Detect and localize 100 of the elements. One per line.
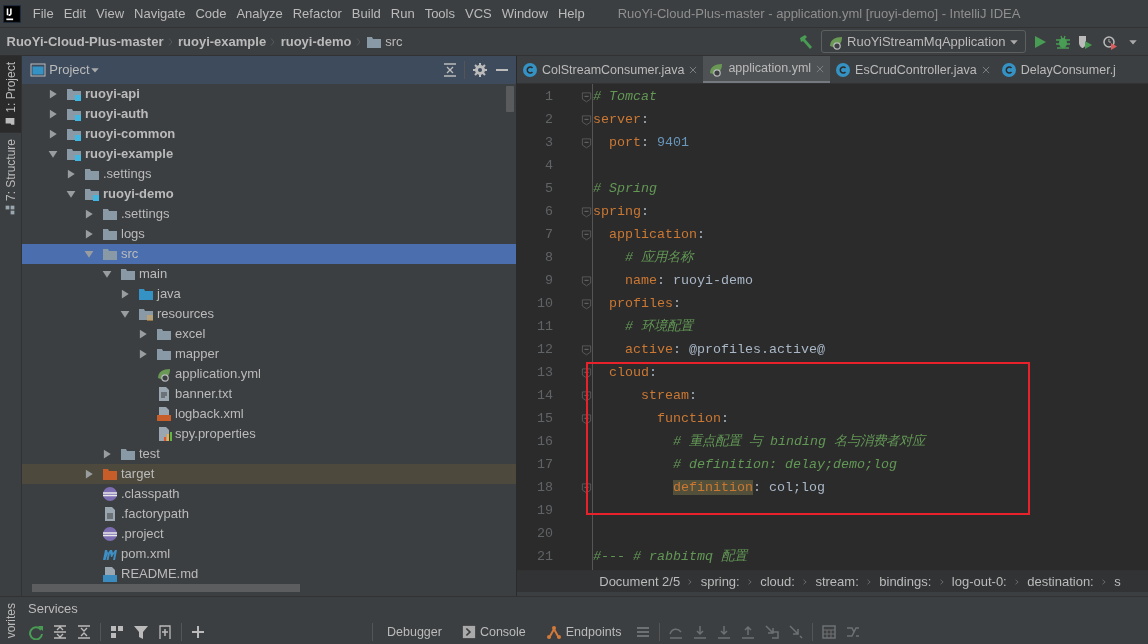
collapse-arrow-icon[interactable]: [120, 289, 130, 299]
list-icon[interactable]: [635, 624, 652, 640]
breadcrumb-item[interactable]: src: [385, 31, 403, 52]
tree-item[interactable]: java: [22, 284, 516, 304]
fold-marker-icon[interactable]: [581, 136, 592, 149]
menu-item[interactable]: Build: [346, 3, 386, 24]
menu-item[interactable]: Edit: [58, 3, 92, 24]
step-out-icon[interactable]: [740, 624, 757, 640]
tree-item[interactable]: excel: [22, 324, 516, 344]
breadcrumb-item[interactable]: cloud:: [760, 571, 795, 592]
fold-marker-icon[interactable]: [581, 228, 592, 241]
menu-item[interactable]: File: [27, 3, 59, 24]
menu-item[interactable]: Refactor: [287, 3, 347, 24]
scrollbar-thumb[interactable]: [506, 86, 514, 112]
tree-item[interactable]: logs: [22, 224, 516, 244]
close-icon[interactable]: [815, 63, 826, 74]
collapse-all-icon[interactable]: [441, 62, 458, 78]
tool-tab[interactable]: Debugger: [381, 622, 448, 642]
refresh-icon[interactable]: [28, 624, 44, 640]
breadcrumb-item[interactable]: bindings:: [879, 571, 932, 592]
run-to-cursor-icon[interactable]: [788, 624, 805, 640]
breadcrumb-item[interactable]: ruoyi-example: [178, 31, 267, 52]
editor-tab[interactable]: application.yml: [703, 56, 831, 83]
tree-item[interactable]: .settings: [22, 164, 516, 184]
breadcrumb-item[interactable]: ruoyi-demo: [280, 31, 352, 52]
filter-icon[interactable]: [133, 624, 149, 640]
expand-arrow-icon[interactable]: [120, 309, 130, 319]
tree-item[interactable]: .factorypath: [22, 504, 516, 524]
breadcrumb-item[interactable]: log-out-0:: [951, 571, 1007, 592]
tool-tab[interactable]: Endpoints: [539, 622, 628, 642]
step-into-icon[interactable]: [692, 624, 709, 640]
tree-item[interactable]: pom.xml: [22, 544, 516, 564]
hammer-icon[interactable]: [798, 33, 815, 50]
fold-marker-icon[interactable]: [581, 113, 592, 126]
collapse-arrow-icon[interactable]: [66, 169, 76, 179]
fold-marker-icon[interactable]: [581, 366, 592, 379]
fold-marker-icon[interactable]: [581, 297, 592, 310]
menu-item[interactable]: Tools: [419, 3, 460, 24]
breadcrumb-item[interactable]: Document 2/5: [599, 571, 681, 592]
panel-title[interactable]: Project: [49, 60, 90, 80]
group-icon[interactable]: [109, 624, 125, 640]
force-step-into-icon[interactable]: [716, 624, 733, 640]
close-icon[interactable]: [688, 65, 699, 75]
breadcrumb-item[interactable]: destination:: [1027, 571, 1094, 592]
breadcrumb-item[interactable]: RuoYi-Cloud-Plus-master: [6, 31, 164, 52]
expand-all-icon[interactable]: [52, 624, 68, 640]
drop-frame-icon[interactable]: [764, 624, 781, 640]
tree-item[interactable]: application.yml: [22, 364, 516, 384]
add-frame-icon[interactable]: [157, 624, 173, 640]
tree-item[interactable]: .classpath: [22, 484, 516, 504]
editor-tab[interactable]: EsCrudController.java: [830, 56, 996, 83]
tree-item[interactable]: mapper: [22, 344, 516, 364]
editor-tab[interactable]: DelayConsumer.j: [995, 56, 1121, 83]
tree-item[interactable]: ruoyi-demo: [22, 184, 516, 204]
tree-item[interactable]: resources: [22, 304, 516, 324]
expand-arrow-icon[interactable]: [48, 149, 58, 159]
shield-run-icon[interactable]: [1077, 33, 1094, 50]
menu-item[interactable]: Code: [190, 3, 232, 24]
tree-item[interactable]: ruoyi-example: [22, 144, 516, 164]
tree-item[interactable]: .project: [22, 524, 516, 544]
add-icon[interactable]: [190, 624, 206, 640]
caret-icon[interactable]: [89, 65, 100, 75]
menu-item[interactable]: Window: [496, 3, 553, 24]
fold-marker-icon[interactable]: [581, 481, 592, 494]
menu-item[interactable]: Run: [385, 3, 420, 24]
breadcrumb-item[interactable]: s: [1114, 571, 1121, 592]
tool-tab[interactable]: Console: [455, 622, 532, 642]
menu-item[interactable]: View: [91, 3, 130, 24]
run-configuration-dropdown[interactable]: RuoYiStreamMqApplication: [820, 30, 1026, 53]
breadcrumb-item[interactable]: spring:: [700, 571, 740, 592]
fold-marker-icon[interactable]: [581, 343, 592, 356]
menu-item[interactable]: VCS: [460, 3, 497, 24]
menu-item[interactable]: Help: [552, 3, 590, 24]
scrollbar-thumb[interactable]: [32, 584, 300, 592]
tree-item[interactable]: ruoyi-auth: [22, 104, 516, 124]
editor-tab[interactable]: ColStreamConsumer.java: [517, 56, 704, 83]
tree-item[interactable]: target: [22, 464, 516, 484]
expand-arrow-icon[interactable]: [66, 189, 76, 199]
side-tab[interactable]: 7: Structure: [0, 132, 21, 221]
side-tab[interactable]: 1: Project: [0, 56, 21, 133]
fold-marker-icon[interactable]: [581, 274, 592, 287]
tree-item[interactable]: ruoyi-api: [22, 84, 516, 104]
tree-item[interactable]: .settings: [22, 204, 516, 224]
fold-marker-icon[interactable]: [581, 389, 592, 402]
menu-item[interactable]: Analyze: [231, 3, 288, 24]
tree-item[interactable]: test: [22, 444, 516, 464]
collapse-all-icon[interactable]: [76, 624, 92, 640]
side-tab[interactable]: vorites: [0, 596, 22, 644]
tree-item[interactable]: main: [22, 264, 516, 284]
trace-icon[interactable]: [845, 624, 862, 640]
tree-item[interactable]: logback.xml: [22, 404, 516, 424]
bug-icon[interactable]: [1054, 33, 1071, 50]
settings-icon[interactable]: [471, 62, 488, 78]
fold-marker-icon[interactable]: [581, 412, 592, 425]
tree-item[interactable]: spy.properties: [22, 424, 516, 444]
fold-marker-icon[interactable]: [581, 90, 592, 103]
tree-item[interactable]: README.md: [22, 564, 516, 584]
tree-item[interactable]: banner.txt: [22, 384, 516, 404]
calculator-icon[interactable]: [821, 624, 838, 640]
fold-marker-icon[interactable]: [581, 205, 592, 218]
